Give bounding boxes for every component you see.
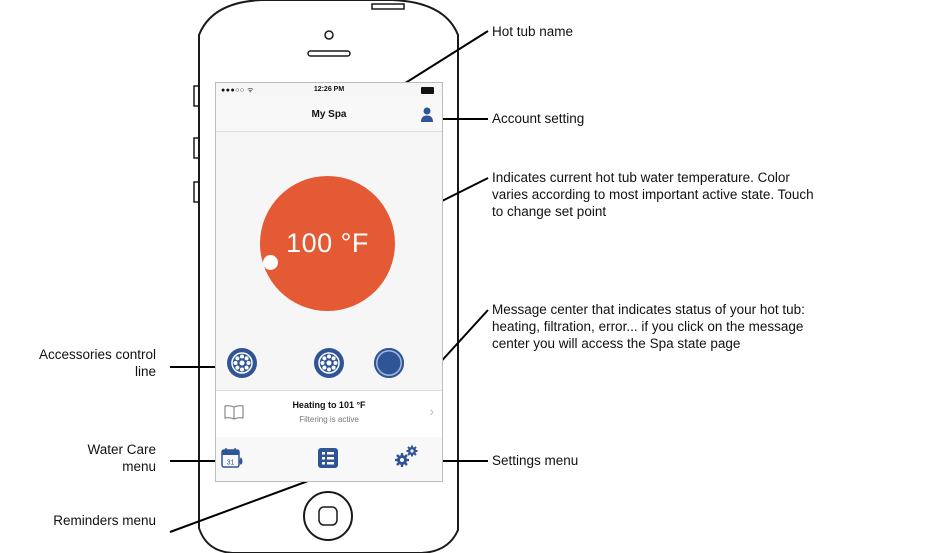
label-reminders-menu: Reminders menu (53, 513, 156, 528)
hot-tub-name[interactable]: My Spa (216, 109, 442, 120)
volume-up-button (193, 85, 200, 107)
accessory-button-light[interactable] (374, 348, 404, 378)
label-account-setting: Account setting (492, 111, 585, 126)
label-temperature-line-2: varies according to most important activ… (492, 187, 814, 202)
settings-gears-icon[interactable] (394, 444, 420, 468)
label-accessories-line-1: Accessories control (38, 347, 156, 362)
label-settings-menu: Settings menu (492, 453, 579, 468)
battery-icon (421, 87, 434, 94)
label-water-care-line-1: Water Care (87, 442, 156, 457)
home-button (303, 491, 353, 541)
light-icon (376, 350, 402, 376)
label-message-line-2: heating, filtration, error... if you cli… (492, 319, 804, 334)
label-accessories-line-2: line (134, 364, 156, 379)
pump-icon (231, 352, 253, 374)
account-icon[interactable] (420, 107, 434, 123)
accessory-button-pump-2[interactable] (314, 348, 344, 378)
label-hot-tub-name: Hot tub name (492, 24, 574, 39)
chevron-right-icon: › (429, 403, 434, 419)
nav-bar: My Spa (216, 97, 442, 132)
tab-bar: 31 (216, 437, 442, 481)
temperature-dial[interactable]: 100 °F (260, 176, 395, 311)
message-center[interactable]: Heating to 101 °F Filtering is active › (216, 390, 442, 438)
svg-text:31: 31 (227, 460, 235, 467)
water-care-calendar-icon[interactable]: 31 (221, 447, 245, 469)
power-button (371, 3, 405, 10)
message-title: Heating to 101 °F (292, 400, 366, 410)
label-message-line-3: center you will access the Spa state pag… (492, 336, 741, 351)
front-camera (324, 30, 334, 40)
mute-button (193, 181, 200, 203)
set-point-handle[interactable] (263, 255, 278, 270)
message-subtitle: Filtering is active (299, 415, 359, 424)
status-bar: ●●●○○ ᯤ 12:26 PM (216, 83, 442, 97)
app-screen: ●●●○○ ᯤ 12:26 PM My Spa 100 °F Heating t… (215, 82, 443, 482)
volume-down-button (193, 137, 200, 159)
temperature-value: 100 °F (286, 228, 369, 258)
leader-reminders (169, 473, 328, 533)
label-temperature-line-3: to change set point (492, 204, 607, 219)
pump-icon (318, 352, 340, 374)
home-button-square (318, 506, 338, 526)
label-water-care-line-2: menu (122, 459, 156, 474)
label-message-line-1: Message center that indicates status of … (492, 302, 805, 317)
accessory-button-pump-1[interactable] (227, 348, 257, 378)
earpiece-speaker (307, 50, 351, 57)
label-temperature-line-1: Indicates current hot tub water temperat… (492, 170, 790, 185)
status-time: 12:26 PM (313, 86, 345, 93)
reminders-list-icon[interactable] (317, 447, 339, 469)
